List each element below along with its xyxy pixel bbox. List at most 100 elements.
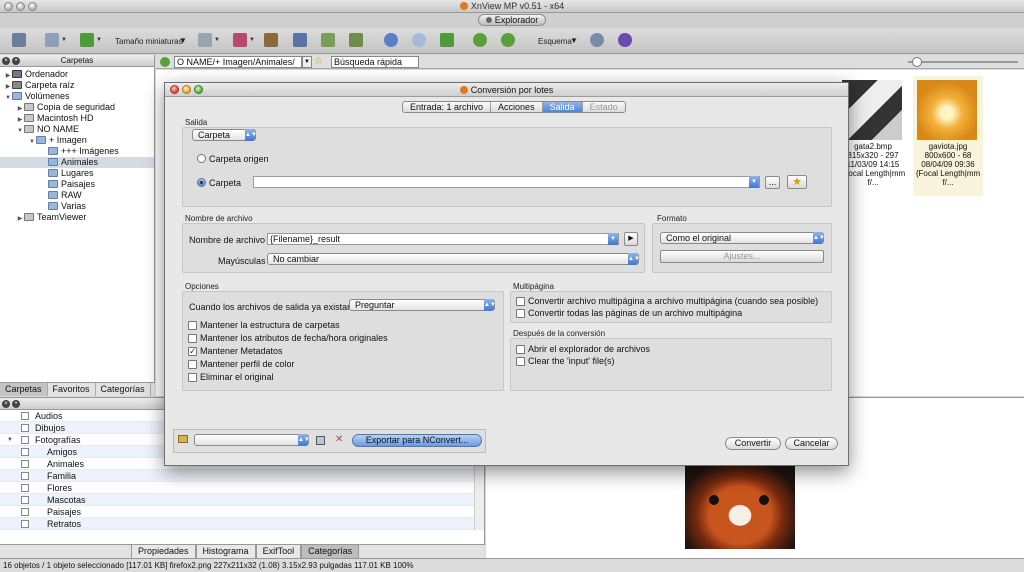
category-checkbox[interactable] xyxy=(21,424,29,432)
tree-item[interactable]: Lugares xyxy=(0,168,154,179)
filter-button[interactable]: ▼ xyxy=(233,32,255,48)
export-nconvert-button[interactable]: Exportar para NConvert... xyxy=(352,434,482,447)
dialog-tab[interactable]: Entrada: 1 archivo xyxy=(403,102,492,112)
chevron-down-icon[interactable]: ▼ xyxy=(608,233,618,245)
tree-item[interactable]: Animales xyxy=(0,157,154,168)
tag-button[interactable]: ▼ xyxy=(80,32,102,48)
category-checkbox[interactable] xyxy=(21,448,29,456)
edit-button[interactable] xyxy=(264,32,278,48)
thumb-size-slider[interactable] xyxy=(908,61,1018,63)
thumb-size-menu[interactable]: Tamaño miniaturas xyxy=(115,37,183,46)
info-tab[interactable]: Propiedades xyxy=(131,545,196,559)
option-checkbox[interactable] xyxy=(188,360,197,369)
output-folder-field[interactable]: ▼ xyxy=(253,176,760,188)
save-icon[interactable] xyxy=(316,436,325,445)
dialog-tab[interactable]: Estado xyxy=(583,102,625,112)
option-checkbox[interactable] xyxy=(516,345,525,354)
category-row[interactable]: Familia xyxy=(0,470,484,482)
tree-item[interactable]: ▶ Ordenador xyxy=(0,69,154,80)
format-settings-button[interactable]: Ajustes... xyxy=(660,250,824,263)
radio-custom-folder[interactable] xyxy=(197,178,206,187)
image-button[interactable] xyxy=(321,32,335,48)
category-checkbox[interactable] xyxy=(21,508,29,516)
category-row[interactable]: Mascotas xyxy=(0,494,484,506)
tree-item[interactable]: ▼ + Imagen xyxy=(0,135,154,146)
insert-variable-button[interactable]: ▶ xyxy=(624,232,638,246)
category-row[interactable]: Paisajes xyxy=(0,506,484,518)
tree-item[interactable]: RAW xyxy=(0,190,154,201)
zoom-dialog-button[interactable] xyxy=(194,85,203,94)
option-checkbox[interactable] xyxy=(516,357,525,366)
path-field[interactable]: O NAME/+ Imagen/Animales/ xyxy=(174,56,302,68)
compare-button[interactable] xyxy=(349,32,363,48)
tab-explorer[interactable]: Explorador xyxy=(478,14,546,26)
tree-item[interactable]: +++ Imágenes xyxy=(0,146,154,157)
option-checkbox[interactable] xyxy=(516,297,525,306)
case-select[interactable]: No cambiar ▲▼ xyxy=(267,253,640,265)
category-checkbox[interactable] xyxy=(21,496,29,504)
forward-button[interactable] xyxy=(501,32,515,48)
float-panel-icon[interactable]: • xyxy=(12,400,20,408)
overwrite-select[interactable]: Preguntar ▲▼ xyxy=(349,299,496,311)
open-folder-icon[interactable] xyxy=(178,435,188,443)
close-panel-icon[interactable]: × xyxy=(2,400,10,408)
category-checkbox[interactable] xyxy=(21,484,29,492)
close-dialog-button[interactable] xyxy=(170,85,179,94)
option-checkbox[interactable] xyxy=(188,321,197,330)
category-checkbox[interactable] xyxy=(21,436,29,444)
option-checkbox[interactable] xyxy=(188,346,197,357)
tree-item[interactable]: ▶ TeamViewer xyxy=(0,212,154,223)
category-checkbox[interactable] xyxy=(21,412,29,420)
info-tab[interactable]: ExifTool xyxy=(255,545,302,559)
filename-pattern-field[interactable]: {Filename}_result ▼ xyxy=(267,233,619,245)
preset-select[interactable]: ▲▼ xyxy=(194,434,310,446)
refresh-icon[interactable] xyxy=(160,57,170,67)
left-tab[interactable]: Categorías xyxy=(96,383,151,396)
category-checkbox[interactable] xyxy=(21,472,29,480)
disclosure-closed-icon[interactable]: ▶ xyxy=(16,214,24,225)
option-checkbox[interactable] xyxy=(188,373,197,382)
info-tab[interactable]: Categorías xyxy=(301,545,360,559)
tree-item[interactable]: ▼ NO NAME xyxy=(0,124,154,135)
convert-button[interactable]: Convertir xyxy=(725,437,781,450)
category-row[interactable]: Retratos xyxy=(0,518,484,530)
settings-button[interactable] xyxy=(590,32,604,48)
tag-green-button[interactable] xyxy=(440,32,454,48)
category-checkbox[interactable] xyxy=(21,460,29,468)
radio-source-folder[interactable] xyxy=(197,154,206,163)
help-button[interactable] xyxy=(618,32,632,48)
float-panel-icon[interactable]: • xyxy=(12,57,20,65)
browse-button[interactable] xyxy=(12,32,26,48)
close-panel-icon[interactable]: × xyxy=(2,57,10,65)
slider-knob[interactable] xyxy=(912,57,922,67)
tree-item[interactable]: Paisajes xyxy=(0,179,154,190)
option-checkbox[interactable] xyxy=(188,334,197,343)
dialog-tab[interactable]: Salida xyxy=(542,102,583,112)
tree-item[interactable]: ▶ Copia de seguridad xyxy=(0,102,154,113)
delete-icon[interactable]: ✕ xyxy=(335,434,343,445)
back-button[interactable] xyxy=(473,32,487,48)
rotate-right-button[interactable] xyxy=(412,32,426,48)
tree-item[interactable]: Varias xyxy=(0,201,154,212)
chevron-down-icon[interactable]: ▼ xyxy=(302,56,312,68)
slideshow-button[interactable] xyxy=(293,32,307,48)
left-tab[interactable]: Carpetas xyxy=(0,383,48,396)
tree-item[interactable]: ▶ Macintosh HD xyxy=(0,113,154,124)
category-row[interactable]: Flores xyxy=(0,482,484,494)
cancel-button[interactable]: Cancelar xyxy=(785,437,838,450)
favorite-folder-button[interactable]: ★ xyxy=(787,175,807,189)
tree-item[interactable]: ▼ Volúmenes xyxy=(0,91,154,102)
layout-menu[interactable]: Esquema xyxy=(538,37,572,46)
disclosure-open-icon[interactable]: ▼ xyxy=(7,434,13,446)
category-checkbox[interactable] xyxy=(21,520,29,528)
info-tab[interactable]: Histograma xyxy=(195,545,256,559)
tree-item[interactable]: ▶ Carpeta raíz xyxy=(0,80,154,91)
minimize-dialog-button[interactable] xyxy=(182,85,191,94)
quick-search-input[interactable]: Búsqueda rápida xyxy=(331,56,419,68)
format-select[interactable]: Como el original ▲▼ xyxy=(660,232,825,244)
view-mode-button[interactable]: ▼ xyxy=(45,32,67,48)
dialog-tab[interactable]: Acciones xyxy=(491,102,543,112)
output-destination-select[interactable]: Carpeta ▲▼ xyxy=(192,129,257,141)
thumbnail-item[interactable]: gaviota.jpg 800x600 - 68 08/04/09 09:36 … xyxy=(913,76,983,196)
sort-button[interactable]: ▼ xyxy=(198,32,220,48)
